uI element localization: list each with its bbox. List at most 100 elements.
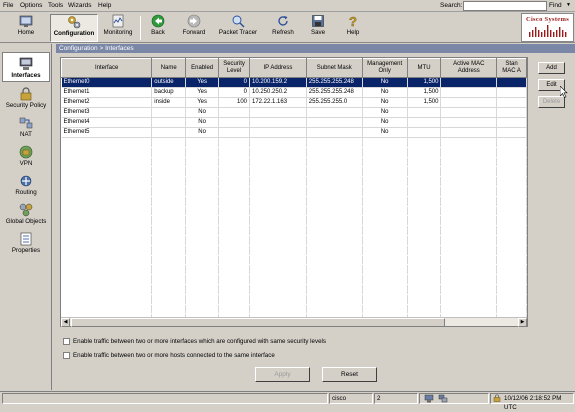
- apply-button[interactable]: Apply: [255, 367, 310, 382]
- table-cell-empty: [151, 284, 187, 295]
- interfaces-table[interactable]: Interface Name Enabled Security Level IP…: [60, 57, 528, 327]
- table-cell-empty: [440, 206, 498, 217]
- table-cell-interface: Ethernet3: [61, 107, 153, 118]
- table-cell-empty: [218, 206, 250, 217]
- table-cell-empty: [61, 157, 153, 168]
- help-button[interactable]: ? Help: [342, 14, 364, 42]
- col-header-mtu[interactable]: MTU: [406, 58, 442, 78]
- table-row[interactable]: Ethernet2 inside Yes 100 172.22.1.163 255.255…: [61, 97, 527, 108]
- table-row-empty: [61, 255, 527, 266]
- find-dropdown-icon[interactable]: ▼: [566, 2, 571, 8]
- col-header-name[interactable]: Name: [151, 58, 187, 78]
- col-header-standby-mac[interactable]: Stan MAC A: [496, 58, 527, 78]
- monitoring-button[interactable]: Monitoring: [101, 14, 135, 42]
- table-cell-interface: Ethernet2: [61, 97, 153, 108]
- nav-properties[interactable]: Properties: [2, 231, 50, 255]
- same-security-checkbox[interactable]: [63, 338, 70, 345]
- menu-file[interactable]: File: [3, 2, 13, 9]
- table-row[interactable]: Ethernet5 No No: [61, 127, 527, 138]
- table-cell-empty: [218, 215, 250, 227]
- table-cell-empty: [496, 137, 527, 148]
- same-security-option[interactable]: Enable traffic between two or more inter…: [63, 338, 326, 345]
- table-cell-empty: [61, 264, 153, 276]
- col-header-enabled[interactable]: Enabled: [185, 58, 220, 78]
- table-cell-empty: [61, 166, 153, 178]
- col-header-subnet-mask[interactable]: Subnet Mask: [305, 58, 363, 78]
- col-header-ip-address[interactable]: IP Address: [249, 58, 307, 78]
- table-cell-empty: [185, 304, 220, 315]
- nav-nat-label: NAT: [20, 131, 32, 138]
- toolbar: Home Configuration Monitoring Back Forwa…: [0, 12, 575, 43]
- table-cell-mtu: 1,500: [407, 87, 442, 98]
- toolbar-separator: [140, 16, 141, 40]
- search-input[interactable]: [463, 1, 547, 11]
- col-header-active-mac[interactable]: Active MAC Address: [440, 58, 498, 78]
- table-row[interactable]: Ethernet0 outside Yes 0 10.200.159.2 255.255.…: [61, 77, 527, 88]
- table-cell-empty: [249, 186, 307, 197]
- table-cell-empty: [306, 225, 363, 236]
- nav-global-objects[interactable]: Global Objects: [2, 202, 50, 226]
- scroll-right-icon[interactable]: ▶: [518, 318, 527, 327]
- horizontal-scrollbar[interactable]: ◀ ▶: [61, 317, 527, 327]
- menu-options[interactable]: Options: [20, 2, 42, 9]
- col-header-active-mac-text: Active MAC Address: [453, 61, 485, 74]
- forward-button[interactable]: Forward: [178, 14, 210, 42]
- back-button[interactable]: Back: [145, 14, 171, 42]
- same-interface-option[interactable]: Enable traffic between two or more hosts…: [63, 352, 275, 359]
- table-cell-empty: [407, 274, 442, 285]
- scrollbar-thumb[interactable]: [71, 318, 445, 327]
- same-interface-checkbox[interactable]: [63, 352, 70, 359]
- table-cell-empty: [249, 166, 307, 178]
- nav-security-policy[interactable]: Security Policy: [2, 86, 50, 110]
- table-row-empty: [61, 284, 527, 295]
- table-cell-empty: [306, 147, 363, 158]
- col-header-security-level[interactable]: Security Level: [218, 58, 250, 78]
- table-cell-mgmt: No: [362, 77, 408, 88]
- table-cell-empty: [185, 166, 220, 178]
- scroll-left-icon[interactable]: ◀: [61, 318, 70, 327]
- table-cell-mtu: 1,500: [407, 97, 442, 108]
- table-cell-mtu: [407, 127, 442, 138]
- menu-help[interactable]: Help: [98, 2, 111, 9]
- nav-routing[interactable]: Routing: [2, 173, 50, 197]
- nav-interfaces[interactable]: Interfaces: [2, 52, 50, 82]
- table-row[interactable]: Ethernet1 backup Yes 0 10.250.250.2 255.255.2…: [61, 87, 527, 98]
- add-button[interactable]: Add: [538, 62, 565, 74]
- home-button[interactable]: Home: [8, 14, 44, 42]
- table-row[interactable]: Ethernet3 No No: [61, 107, 527, 118]
- svg-text:?: ?: [349, 14, 357, 28]
- col-header-interface[interactable]: Interface: [61, 58, 153, 78]
- menu-wizards[interactable]: Wizards: [68, 2, 91, 9]
- table-cell-empty: [440, 215, 498, 227]
- table-cell-empty: [306, 137, 363, 148]
- table-cell-empty: [407, 186, 442, 197]
- table-cell-empty: [185, 245, 220, 256]
- save-button[interactable]: Save: [306, 14, 330, 42]
- save-icon: [312, 15, 324, 27]
- back-arrow-icon: [151, 14, 165, 28]
- configuration-button[interactable]: Configuration: [50, 14, 98, 42]
- table-cell-empty: [440, 235, 498, 246]
- interfaces-grid: Interface Name Enabled Security Level IP…: [61, 58, 527, 326]
- forward-arrow-icon: [187, 14, 201, 28]
- menu-tools[interactable]: Tools: [48, 2, 63, 9]
- table-cell-interface: Ethernet5: [61, 127, 153, 138]
- reset-button[interactable]: Reset: [322, 367, 377, 382]
- table-cell-empty: [407, 284, 442, 295]
- packet-tracer-button[interactable]: Packet Tracer: [216, 14, 260, 42]
- table-cell-security: 0: [218, 77, 250, 88]
- table-cell-empty: [306, 196, 363, 207]
- table-cell-security: [218, 127, 250, 138]
- table-cell-empty: [151, 147, 187, 158]
- table-cell-empty: [249, 147, 307, 158]
- table-cell-empty: [362, 274, 408, 285]
- find-button[interactable]: Find: [549, 2, 562, 9]
- nav-nat[interactable]: NAT: [2, 115, 50, 139]
- table-cell-empty: [151, 245, 187, 256]
- table-row[interactable]: Ethernet4 No No: [61, 117, 527, 128]
- nav-vpn[interactable]: VPN: [2, 144, 50, 168]
- col-header-management-only[interactable]: Management Only: [361, 58, 408, 78]
- refresh-button[interactable]: Refresh: [269, 14, 297, 42]
- table-cell-empty: [218, 294, 250, 305]
- table-cell-empty: [407, 255, 442, 266]
